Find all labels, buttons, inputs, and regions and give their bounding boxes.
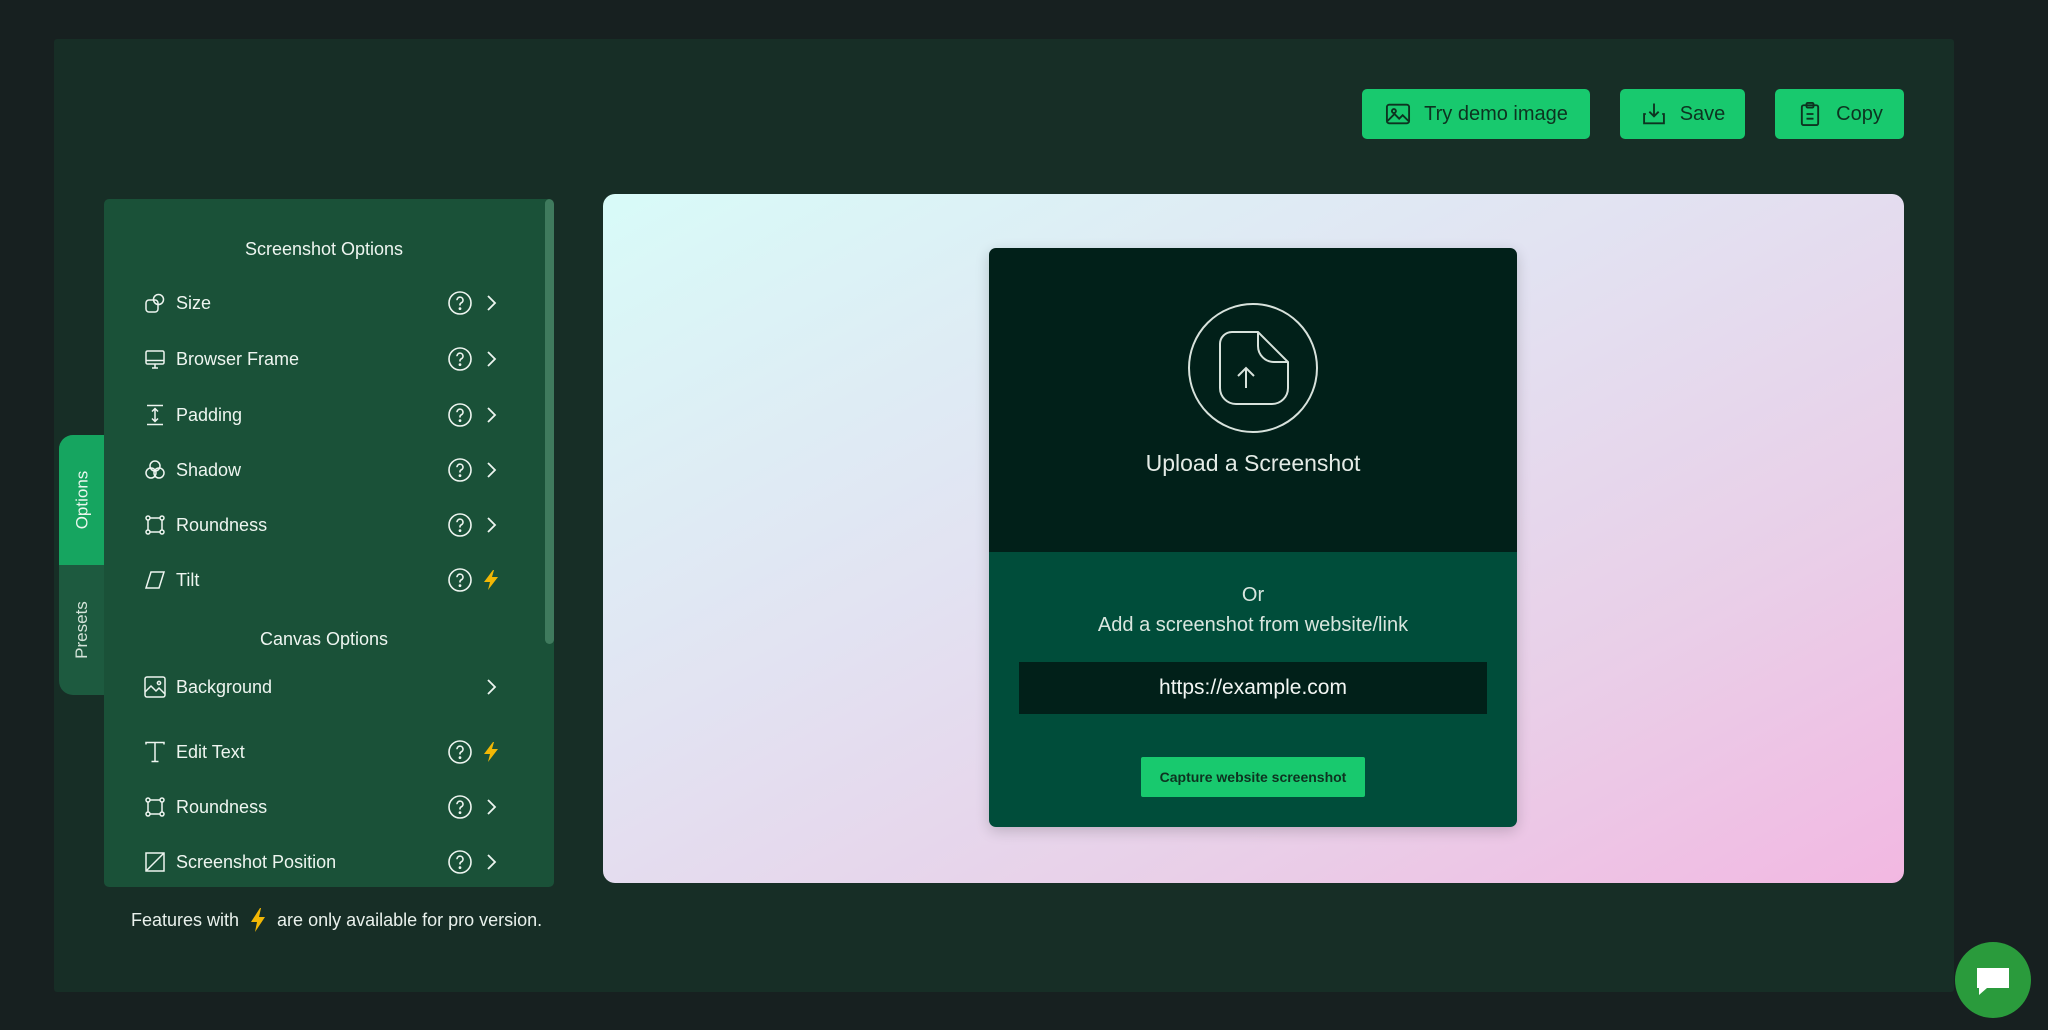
pro-bolt-icon xyxy=(484,570,498,590)
capture-website-button[interactable]: Capture website screenshot xyxy=(1141,757,1365,797)
roundness-icon xyxy=(142,794,168,820)
help-icon[interactable] xyxy=(447,849,473,875)
help-icon[interactable] xyxy=(447,457,473,483)
upload-dropzone[interactable]: Upload a Screenshot xyxy=(989,248,1517,552)
chevron-right-icon[interactable] xyxy=(480,676,502,698)
option-screenshot-position[interactable]: Screenshot Position xyxy=(142,842,497,882)
option-edit-text[interactable]: Edit Text xyxy=(142,732,498,772)
option-label: Shadow xyxy=(176,459,242,480)
monitor-icon xyxy=(142,346,168,372)
chevron-right-icon[interactable] xyxy=(480,348,502,370)
tab-presets[interactable]: Presets xyxy=(59,565,105,695)
tilt-icon xyxy=(142,567,168,593)
position-icon xyxy=(142,849,168,875)
shadow-icon xyxy=(142,457,168,483)
option-label: Screenshot Position xyxy=(176,851,337,872)
screenshot-options-title: Screenshot Options xyxy=(244,239,404,259)
chat-icon xyxy=(1977,968,2009,995)
option-background[interactable]: Background xyxy=(142,667,497,707)
help-icon[interactable] xyxy=(447,402,473,428)
help-icon[interactable] xyxy=(447,739,473,765)
save-label: Save xyxy=(1679,102,1726,125)
option-canvas-roundness[interactable]: Roundness xyxy=(142,787,497,827)
option-label: Browser Frame xyxy=(176,348,300,369)
save-button[interactable]: Save xyxy=(1620,89,1745,139)
chevron-right-icon[interactable] xyxy=(480,514,502,536)
option-tilt[interactable]: Tilt xyxy=(142,560,498,600)
footnote-before: Features with xyxy=(131,909,240,930)
copy-button[interactable]: Copy xyxy=(1775,89,1904,139)
option-roundness[interactable]: Roundness xyxy=(142,505,497,545)
shapes-icon xyxy=(142,290,168,316)
panel-scrollbar[interactable] xyxy=(545,199,554,644)
canvas-options-title: Canvas Options xyxy=(259,629,389,649)
upload-title: Upload a Screenshot xyxy=(1145,450,1361,476)
link-capture-section: Or Add a screenshot from website/link Ca… xyxy=(989,552,1517,827)
option-label: Roundness xyxy=(176,514,268,535)
chevron-right-icon[interactable] xyxy=(480,851,502,873)
pro-footnote: Features with are only available for pro… xyxy=(131,907,542,933)
text-icon xyxy=(142,739,168,765)
url-input[interactable] xyxy=(1019,662,1487,714)
padding-icon xyxy=(142,402,168,428)
try-demo-image-label: Try demo image xyxy=(1424,102,1568,125)
chevron-right-icon[interactable] xyxy=(480,459,502,481)
chevron-right-icon[interactable] xyxy=(480,796,502,818)
help-icon[interactable] xyxy=(447,567,473,593)
option-label: Padding xyxy=(176,404,243,425)
app-container: Try demo image Save Copy Options Presets… xyxy=(54,39,1954,992)
help-icon[interactable] xyxy=(447,346,473,372)
option-label: Size xyxy=(176,292,212,313)
help-icon[interactable] xyxy=(447,794,473,820)
side-tabs: Options Presets xyxy=(59,435,105,695)
chat-button[interactable] xyxy=(1955,942,2031,1018)
or-text: Or xyxy=(1241,584,1265,606)
pro-bolt-icon xyxy=(251,908,266,932)
option-padding[interactable]: Padding xyxy=(142,395,497,435)
help-icon[interactable] xyxy=(447,290,473,316)
tab-presets-label: Presets xyxy=(72,601,92,659)
chevron-right-icon[interactable] xyxy=(480,292,502,314)
add-link-text: Add a screenshot from website/link xyxy=(1097,614,1409,636)
option-label: Edit Text xyxy=(176,741,245,762)
option-label: Roundness xyxy=(176,796,268,817)
clipboard-icon xyxy=(1801,101,1820,127)
download-icon xyxy=(1642,103,1665,125)
option-size[interactable]: Size xyxy=(142,283,497,323)
image-icon xyxy=(142,674,168,700)
chevron-right-icon[interactable] xyxy=(480,404,502,426)
roundness-icon xyxy=(142,512,168,538)
copy-label: Copy xyxy=(1836,102,1883,125)
tab-options[interactable]: Options xyxy=(59,435,105,565)
pro-bolt-icon xyxy=(484,742,498,762)
tab-options-label: Options xyxy=(72,470,91,530)
options-panel: Screenshot Options Size Browser Frame Pa… xyxy=(104,199,554,887)
footnote-after: are only available for pro version. xyxy=(277,909,543,930)
preview-canvas: Upload a Screenshot Or Add a screenshot … xyxy=(603,194,1904,883)
help-icon[interactable] xyxy=(447,512,473,538)
upload-card: Upload a Screenshot Or Add a screenshot … xyxy=(989,248,1517,827)
option-label: Background xyxy=(176,676,273,697)
image-icon xyxy=(1386,103,1411,125)
option-label: Tilt xyxy=(176,569,200,590)
upload-file-icon xyxy=(1188,303,1318,433)
try-demo-image-button[interactable]: Try demo image xyxy=(1362,89,1590,139)
option-browser-frame[interactable]: Browser Frame xyxy=(142,339,497,379)
option-shadow[interactable]: Shadow xyxy=(142,450,497,490)
